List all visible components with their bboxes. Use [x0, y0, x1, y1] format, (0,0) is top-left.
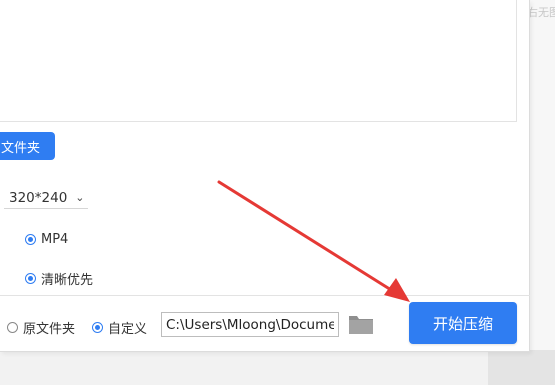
radio-checked-icon[interactable]	[92, 322, 103, 333]
format-option-mp4[interactable]: MP4	[25, 232, 68, 247]
radio-unchecked-icon[interactable]	[7, 322, 18, 333]
format-label: MP4	[41, 232, 69, 247]
resolution-value: 320*240	[9, 189, 68, 206]
add-folder-button-label: 文件夹	[1, 140, 41, 156]
app-window: 右无图 文件夹 320*240 ⌄ MP4 清晰优先 原文件夹 自定义 C:\U…	[0, 0, 555, 385]
output-custom-folder-option[interactable]: 自定义	[92, 318, 147, 337]
radio-checked-icon[interactable]	[25, 234, 36, 245]
output-original-label: 原文件夹	[23, 322, 76, 337]
chevron-down-icon: ⌄	[75, 191, 85, 204]
background-strip	[530, 0, 555, 385]
quality-option-clarity[interactable]: 清晰优先	[25, 269, 93, 288]
start-compress-label: 开始压缩	[432, 314, 493, 333]
output-path-input[interactable]	[161, 312, 339, 337]
divider	[0, 121, 516, 122]
output-custom-label: 自定义	[108, 322, 148, 337]
partial-corner-text: 右无图	[527, 6, 555, 19]
divider	[0, 295, 530, 296]
start-compress-button[interactable]: 开始压缩	[409, 302, 517, 344]
quality-label: 清晰优先	[41, 273, 94, 288]
add-folder-button[interactable]: 文件夹	[0, 132, 55, 160]
folder-icon[interactable]	[348, 313, 374, 335]
settings-panel: 文件夹 320*240 ⌄ MP4 清晰优先 原文件夹 自定义 C:\Users…	[0, 0, 530, 352]
resolution-select[interactable]: 320*240 ⌄	[4, 187, 88, 209]
divider	[516, 0, 517, 122]
background-corner	[488, 350, 555, 385]
radio-checked-icon[interactable]	[25, 273, 36, 284]
output-original-folder-option[interactable]: 原文件夹	[7, 318, 75, 337]
